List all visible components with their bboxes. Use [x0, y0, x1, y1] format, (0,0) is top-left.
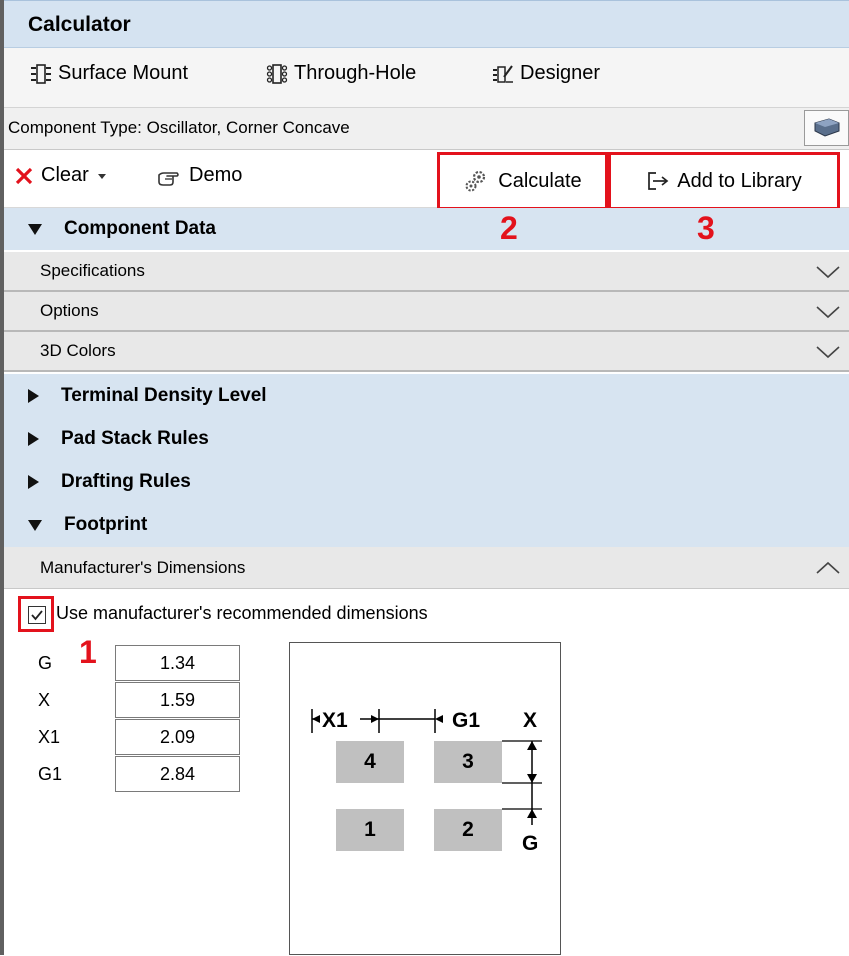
drafting-rules-section[interactable]: Drafting Rules: [4, 460, 849, 503]
action-toolbar: Clear Demo Calculate Add to Library: [4, 150, 849, 210]
use-manufacturer-label: Use manufacturer's recommended dimension…: [56, 603, 428, 623]
component-data-section[interactable]: Component Data: [4, 208, 849, 250]
mode-toolbar: Surface Mount Through-Hole Designer: [4, 48, 849, 108]
use-manufacturer-checkbox[interactable]: [18, 596, 54, 632]
expand-triangle-icon: [28, 431, 39, 446]
dim-input-x1[interactable]: 2.09: [115, 719, 240, 755]
terminal-density-section[interactable]: Terminal Density Level: [4, 374, 849, 417]
component-data-label: Component Data: [64, 218, 216, 239]
terminal-density-label: Terminal Density Level: [61, 384, 267, 406]
add-to-library-button[interactable]: Add to Library: [608, 152, 840, 210]
gears-icon: [465, 170, 486, 192]
calculate-button[interactable]: Calculate: [437, 152, 608, 210]
chevron-down-icon: [816, 346, 840, 359]
footprint-diagram: X1 G1 X G 4 3 1 2: [289, 642, 561, 955]
red-x-icon: [15, 167, 33, 184]
add-to-library-label: Add to Library: [677, 169, 802, 192]
dim-input-x[interactable]: 1.59: [115, 682, 240, 718]
collapse-triangle-icon: [28, 223, 42, 235]
annotation-step-3: 3: [697, 210, 715, 246]
footprint-section[interactable]: Footprint: [4, 503, 849, 547]
drafting-rules-label: Drafting Rules: [61, 470, 191, 492]
component-preview-button[interactable]: [804, 110, 849, 146]
3d-colors-header[interactable]: 3D Colors: [4, 332, 849, 372]
through-hole-component-icon: [266, 63, 288, 84]
dim-input-g1[interactable]: 2.84: [115, 756, 240, 792]
clear-button[interactable]: Clear: [14, 164, 108, 187]
surface-mount-label: Surface Mount: [58, 62, 189, 84]
chip-3d-icon: [814, 118, 840, 137]
diagram-label-x: X: [523, 709, 538, 732]
diagram-label-g: G: [522, 832, 539, 855]
pad-4: 4: [336, 741, 404, 783]
chevron-up-icon: [816, 561, 840, 574]
dim-label-g1: G1: [38, 764, 63, 784]
collapse-triangle-icon: [28, 519, 42, 531]
expand-triangle-icon: [28, 388, 39, 403]
designer-button[interactable]: Designer: [492, 62, 600, 85]
3d-colors-label: 3D Colors: [40, 341, 116, 360]
dim-input-g[interactable]: 1.34: [115, 645, 240, 681]
demo-label: Demo: [189, 164, 243, 186]
pad-3: 3: [434, 741, 502, 783]
specifications-label: Specifications: [40, 261, 145, 280]
panel-title: Calculator: [4, 0, 849, 48]
calculate-label: Calculate: [498, 169, 582, 192]
smd-component-icon: [31, 63, 51, 84]
checkmark-icon: [31, 610, 43, 621]
dim-label-x1: X1: [38, 727, 61, 747]
dimension-lines: [311, 709, 542, 825]
options-header[interactable]: Options: [4, 292, 849, 332]
chevron-down-icon: [816, 266, 840, 279]
export-icon: [648, 172, 669, 190]
pad-2: 2: [434, 809, 502, 851]
checkbox-box: [28, 606, 46, 624]
designer-icon: [493, 64, 513, 83]
chevron-down-icon: [816, 306, 840, 319]
dim-label-x: X: [38, 690, 51, 710]
through-hole-label: Through-Hole: [294, 62, 417, 84]
specifications-header[interactable]: Specifications: [4, 252, 849, 292]
surface-mount-button[interactable]: Surface Mount: [30, 62, 188, 85]
demo-button[interactable]: Demo: [156, 164, 242, 187]
component-type-label: Component Type: Oscillator, Corner Conca…: [4, 108, 849, 150]
manufacturer-dimensions-label: Manufacturer's Dimensions: [40, 557, 246, 577]
dim-label-g: G: [38, 653, 53, 673]
manufacturer-dimensions-header[interactable]: Manufacturer's Dimensions: [4, 547, 849, 589]
through-hole-button[interactable]: Through-Hole: [266, 62, 416, 85]
diagram-label-x1: X1: [322, 709, 348, 732]
expand-triangle-icon: [28, 474, 39, 489]
pad-stack-label: Pad Stack Rules: [61, 427, 209, 449]
annotation-step-1: 1: [79, 634, 97, 670]
annotation-step-2: 2: [500, 210, 518, 246]
footprint-label: Footprint: [64, 514, 148, 535]
clear-label: Clear: [41, 164, 89, 186]
dropdown-arrow-icon[interactable]: [96, 171, 108, 181]
designer-label: Designer: [520, 62, 601, 84]
options-label: Options: [40, 301, 99, 320]
diagram-label-g1: G1: [452, 709, 481, 732]
pointing-hand-icon: [158, 171, 179, 186]
pad-1: 1: [336, 809, 404, 851]
pad-stack-section[interactable]: Pad Stack Rules: [4, 417, 849, 460]
